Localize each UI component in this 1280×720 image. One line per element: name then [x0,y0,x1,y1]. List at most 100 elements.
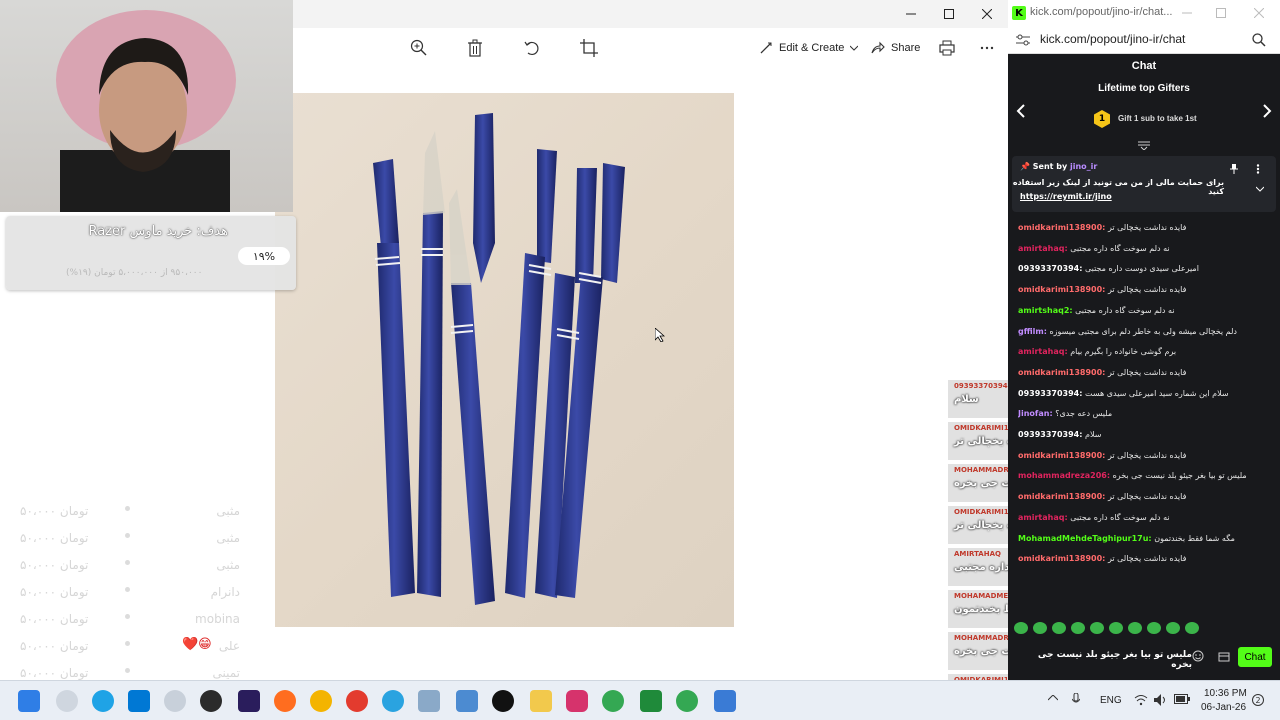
calculator-icon[interactable] [456,690,478,712]
chat-store-icon[interactable] [1218,650,1230,662]
donor-amount: ۵۰،۰۰۰ تومان [20,612,89,626]
donor-row: ۵۰،۰۰۰ تومان دانرام [10,581,270,603]
emote-icon[interactable] [1147,622,1161,634]
emote-icon[interactable] [1166,622,1180,634]
edge-icon[interactable] [92,690,114,712]
chat-close-button[interactable] [1254,8,1264,18]
emote-icon[interactable] [1109,622,1123,634]
language-indicator[interactable]: ENG [1100,695,1122,706]
chat-input[interactable]: ملیس تو بیا بغر جیئو بلد نیست جی بخره [1022,650,1192,670]
chat-username[interactable]: omidkarimi138900: [1018,285,1105,294]
edit-create-button[interactable]: Edit & Create [759,38,859,58]
chat-username[interactable]: amirtahaq: [1018,347,1068,356]
chat-maximize-button[interactable] [1216,8,1226,18]
photos-icon[interactable] [714,690,736,712]
gifters-prev-button[interactable] [1016,104,1026,118]
chat-username[interactable]: amirtahaq: [1018,513,1068,522]
zoom-in-button[interactable] [407,36,431,60]
app-icon[interactable] [200,690,222,712]
pinned-username[interactable]: jino_ir [1070,162,1097,171]
chat-username[interactable]: mohammadreza206: [1018,471,1110,480]
chat-send-button[interactable]: Chat [1238,647,1272,667]
chat-username[interactable]: omidkarimi138900: [1018,368,1105,377]
emote-icon[interactable] [1071,622,1085,634]
edit-icon [760,42,772,54]
pinned-more-icon[interactable] [1256,164,1260,174]
chat-username[interactable]: amirtahaq: [1018,244,1068,253]
donor-separator [125,587,130,592]
address-bar[interactable]: kick.com/popout/jino-ir/chat [1008,26,1280,54]
chat-message: amirtahaq: نه دلم سوخت گاه داره مجتبی [1018,513,1270,529]
unpin-icon[interactable] [1230,164,1238,174]
print-button[interactable] [935,36,959,60]
more-icon [980,46,994,50]
chat-username[interactable]: MohamadMehdeTaghipur17u: [1018,534,1152,543]
maximize-button[interactable] [930,0,968,28]
file-explorer-icon[interactable] [530,690,552,712]
premiere-icon[interactable] [238,690,260,712]
emoji-button[interactable] [1192,650,1204,662]
chat-username[interactable]: 09393370394: [1018,430,1082,439]
instagram-icon[interactable] [566,690,588,712]
emote-icon[interactable] [1090,622,1104,634]
chat-header: Chat [1131,60,1157,72]
emote-icon[interactable] [1052,622,1066,634]
pinned-expand-icon[interactable] [1256,186,1264,192]
chat-username[interactable]: omidkarimi138900: [1018,451,1105,460]
delete-button[interactable] [463,36,487,60]
chrome-icon[interactable] [310,690,332,712]
telegram-icon[interactable] [382,690,404,712]
emote-icon[interactable] [1128,622,1142,634]
zoom-search-icon[interactable] [1252,33,1266,47]
app-icon[interactable] [640,690,662,712]
rotate-button[interactable] [520,36,544,60]
donor-separator [125,506,130,511]
firefox-icon[interactable] [274,690,296,712]
search-icon[interactable] [56,690,78,712]
collapse-gifters-icon[interactable] [1138,140,1150,150]
chrome-icon[interactable] [676,690,698,712]
crop-button[interactable] [577,36,601,60]
chat-minimize-button[interactable] [1182,8,1192,18]
app-icon[interactable] [164,690,186,712]
battery-icon[interactable] [1174,694,1190,704]
clock-time[interactable]: 10:36 PM [1204,688,1247,699]
tray-chevron-icon[interactable] [1048,695,1058,701]
gifters-next-button[interactable] [1262,104,1272,118]
chat-username[interactable]: Jinofan: [1018,409,1053,418]
chat-username[interactable]: 09393370394: [1018,264,1082,273]
notification-icon[interactable]: 2 [1252,694,1264,706]
chrome-icon[interactable] [602,690,624,712]
tiktok-icon[interactable] [492,690,514,712]
chat-username[interactable]: omidkarimi138900: [1018,492,1105,501]
volume-icon[interactable] [1154,694,1168,706]
chat-username[interactable]: omidkarimi138900: [1018,554,1105,563]
microphone-icon[interactable] [1072,693,1080,707]
chat-username[interactable]: amirtshaq2: [1018,306,1073,315]
chat-username[interactable]: gffilm: [1018,327,1047,336]
wifi-icon[interactable] [1134,694,1148,706]
minimize-button[interactable] [892,0,930,28]
chat-message: amirtahaq: برم گوشی خانواده را بگیرم بیا… [1018,347,1270,363]
emote-icon[interactable] [1033,622,1047,634]
start-icon[interactable] [18,690,40,712]
emote-icon[interactable] [1014,622,1028,634]
more-options-button[interactable] [975,36,999,60]
chat-username[interactable]: omidkarimi138900: [1018,223,1105,232]
clock-date[interactable]: 06-Jan-26 [1201,702,1246,713]
pinned-link[interactable]: https://reymit.ir/jino [1020,192,1112,201]
chat-message: omidkarimi138900: فایده نداشت یخچالی تر [1018,223,1270,239]
heart-emoji-icon: ❤️😁 [182,637,212,652]
close-icon [982,9,992,19]
emote-icon[interactable] [1185,622,1199,634]
chat-text: فایده نداشت یخچالی تر [1107,492,1187,502]
app-icon[interactable] [346,690,368,712]
app-icon[interactable] [418,690,440,712]
site-settings-icon[interactable] [1016,34,1030,46]
store-icon[interactable] [128,690,150,712]
chat-message: Jinofan: ملیس دعه جدی؟ [1018,409,1270,425]
chat-username[interactable]: 09393370394: [1018,389,1082,398]
share-button[interactable]: Share [871,38,920,58]
close-button[interactable] [968,0,1006,28]
sent-by-label: Sent by [1032,162,1068,171]
